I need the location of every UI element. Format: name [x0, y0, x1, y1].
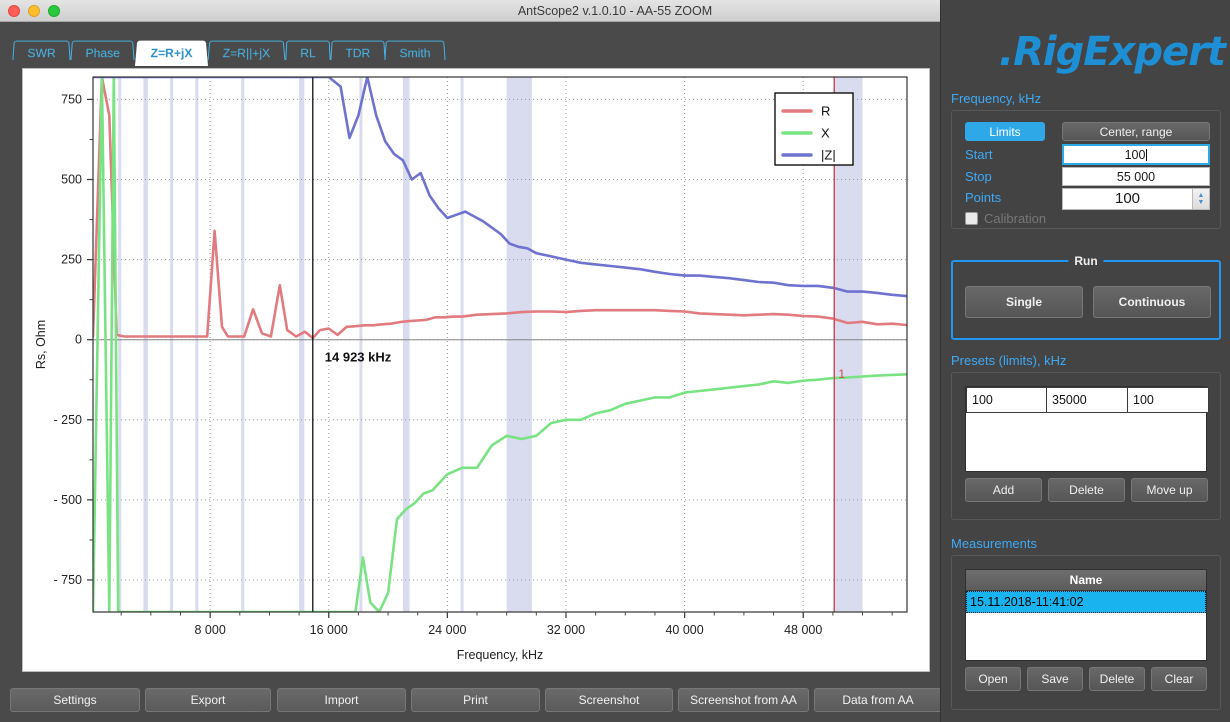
- legend-label-X: X: [821, 126, 830, 141]
- measurements-list[interactable]: Name 15.11.2018-11:41:02: [965, 569, 1207, 661]
- bottom-toolbar: Settings Export Import Print Screenshot …: [0, 680, 942, 722]
- measurement-clear-button[interactable]: Clear: [1151, 667, 1207, 691]
- presets-section-title: Presets (limits), kHz: [951, 353, 1067, 368]
- chart-panel: 14 923 kHz 1 750 500 250 0 - 250 - 500 - 750 8 00…: [0, 60, 940, 680]
- measurements-section-title: Measurements: [951, 536, 1037, 551]
- start-label: Start: [965, 147, 993, 162]
- ham-band-shading: [299, 77, 305, 612]
- preset-points-cell[interactable]: 100: [1127, 387, 1209, 413]
- legend-label-Z: |Z|: [821, 148, 836, 163]
- y-axis-label: Rs, Ohm: [34, 320, 48, 369]
- impedance-chart[interactable]: 14 923 kHz 1 750 500 250 0 - 250 - 500 - 750 8 00…: [23, 69, 931, 673]
- x-tick-label: 16 000: [310, 623, 348, 637]
- presets-table[interactable]: 100 35000 100: [966, 387, 1209, 413]
- y-tick-label: - 750: [54, 573, 83, 587]
- x-tick-label: 40 000: [665, 623, 703, 637]
- ham-band-shading: [359, 77, 363, 612]
- ham-band-shading: [195, 77, 199, 612]
- ham-band-shading: [170, 77, 174, 612]
- export-button[interactable]: Export: [145, 688, 271, 712]
- x-tick-label: 48 000: [784, 623, 822, 637]
- continuous-run-button[interactable]: Continuous: [1093, 286, 1211, 318]
- run-legend: Run: [1068, 254, 1104, 268]
- presets-groupbox: 100 35000 100 Add Delete Move up: [951, 372, 1221, 520]
- preset-delete-button[interactable]: Delete: [1048, 478, 1125, 502]
- preset-move-up-button[interactable]: Move up: [1131, 478, 1208, 502]
- center-range-mode-button[interactable]: Center, range: [1062, 122, 1210, 141]
- points-input[interactable]: 100: [1062, 188, 1193, 210]
- antscope-window: AntScope2 v.1.0.10 - AA-55 ZOOM SWR Phas…: [0, 0, 1230, 722]
- chevron-up-icon[interactable]: ▲: [1198, 192, 1205, 199]
- points-stepper[interactable]: ▲ ▼: [1193, 188, 1210, 210]
- measurement-save-button[interactable]: Save: [1027, 667, 1083, 691]
- y-tick-label: - 500: [54, 493, 83, 507]
- x-tick-label: 24 000: [428, 623, 466, 637]
- data-from-aa-button[interactable]: Data from AA: [814, 688, 942, 712]
- stop-label: Stop: [965, 169, 992, 184]
- ham-band-shading: [241, 77, 245, 612]
- limits-mode-button[interactable]: Limits: [965, 122, 1045, 141]
- text-caret: [1146, 149, 1148, 161]
- frequency-section-title: Frequency, kHz: [951, 91, 1042, 106]
- import-button[interactable]: Import: [277, 688, 406, 712]
- y-tick-label: 0: [75, 333, 82, 347]
- plot-card[interactable]: 14 923 kHz 1 750 500 250 0 - 250 - 500 - 750 8 00…: [22, 68, 930, 672]
- single-run-button[interactable]: Single: [965, 286, 1083, 318]
- y-tick-label: - 250: [54, 413, 83, 427]
- x-axis-label: Frequency, kHz: [457, 648, 544, 662]
- ham-band-shading: [460, 77, 464, 612]
- run-groupbox: Run Single Continuous: [951, 254, 1221, 340]
- start-input[interactable]: 100: [1062, 144, 1210, 165]
- measurements-groupbox: Name 15.11.2018-11:41:02 Open Save Delet…: [951, 555, 1221, 710]
- rigexpert-logo: .RigExpert: [998, 29, 1226, 75]
- stop-input[interactable]: 55 000: [1062, 167, 1210, 186]
- list-item[interactable]: 15.11.2018-11:41:02: [966, 591, 1206, 613]
- chevron-down-icon[interactable]: ▼: [1198, 199, 1205, 206]
- start-input-value: 100: [1124, 148, 1146, 162]
- ham-band-shading: [143, 77, 148, 612]
- frequency-groupbox: Limits Center, range Start 100 Stop 55 0…: [951, 110, 1221, 229]
- y-tick-label: 250: [61, 253, 82, 267]
- table-row[interactable]: 100 35000 100: [966, 387, 1209, 413]
- x-tick-label: 8 000: [194, 623, 225, 637]
- tab-z-r-jx[interactable]: Z=R+jX: [134, 40, 208, 66]
- measurement-delete-button[interactable]: Delete: [1089, 667, 1145, 691]
- calibration-checkbox[interactable]: [965, 212, 978, 225]
- print-button[interactable]: Print: [411, 688, 540, 712]
- calibration-label: Calibration: [984, 211, 1047, 226]
- ham-band-shading: [506, 77, 532, 612]
- right-panel: .RigExpert Frequency, kHz Limits Center,…: [940, 0, 1230, 722]
- y-tick-label: 750: [61, 92, 82, 106]
- settings-button[interactable]: Settings: [10, 688, 140, 712]
- measurement-open-button[interactable]: Open: [965, 667, 1021, 691]
- presets-table-container[interactable]: 100 35000 100: [965, 386, 1209, 472]
- points-label: Points: [965, 190, 1002, 205]
- preset-add-button[interactable]: Add: [965, 478, 1042, 502]
- preset-stop-cell[interactable]: 35000: [1046, 387, 1128, 413]
- cursor-frequency-label: 14 923 kHz: [325, 350, 392, 365]
- marker-label-1: 1: [838, 367, 845, 381]
- screenshot-from-aa-button[interactable]: Screenshot from AA: [678, 688, 809, 712]
- legend-label-R: R: [821, 104, 830, 119]
- measurements-column-header: Name: [966, 570, 1206, 591]
- y-tick-label: 500: [61, 173, 82, 187]
- screenshot-button[interactable]: Screenshot: [545, 688, 673, 712]
- x-tick-label: 32 000: [547, 623, 585, 637]
- preset-start-cell[interactable]: 100: [966, 387, 1047, 413]
- ham-band-shading: [402, 77, 410, 612]
